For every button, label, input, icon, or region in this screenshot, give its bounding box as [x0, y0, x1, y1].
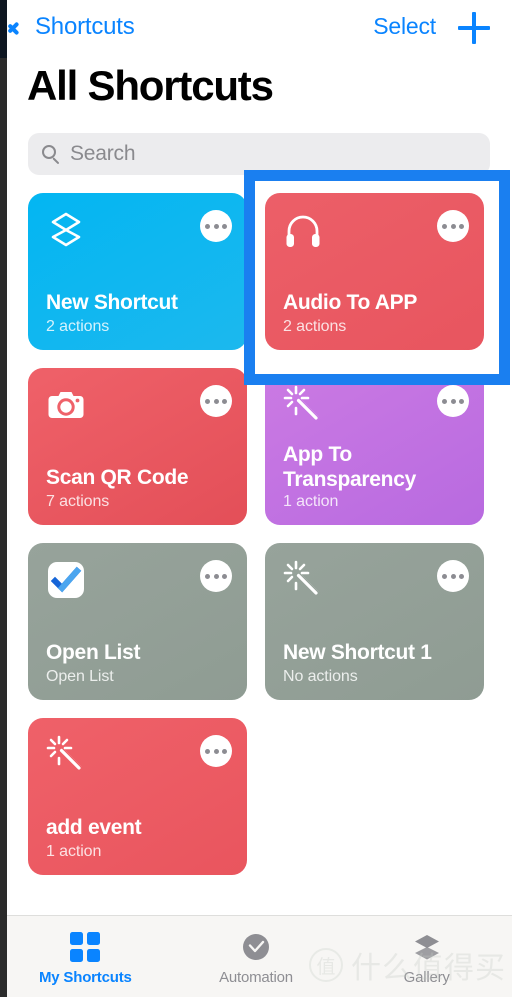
select-button[interactable]: Select [373, 13, 436, 40]
magic-wand-icon [283, 560, 323, 600]
shortcut-subtitle: 1 action [283, 493, 339, 510]
layers-stack-icon [412, 932, 442, 962]
page-title: All Shortcuts [27, 62, 274, 109]
shortcut-title: New Shortcut 1 [283, 641, 432, 664]
shortcut-options-button[interactable] [200, 210, 232, 242]
ellipsis-icon [450, 573, 456, 579]
grid-squares-icon [70, 931, 101, 962]
navigation-bar: Shortcuts Select [0, 0, 512, 55]
shortcut-options-button[interactable] [437, 560, 469, 592]
shortcut-card[interactable]: App To Transparency 1 action [265, 368, 484, 525]
shortcut-subtitle: 2 actions [283, 318, 347, 335]
ellipsis-icon [459, 223, 464, 229]
ellipsis-icon [205, 398, 210, 404]
ellipsis-icon [222, 573, 227, 579]
tab-label: My Shortcuts [39, 968, 132, 986]
ellipsis-icon [222, 398, 227, 404]
ellipsis-icon [459, 398, 464, 404]
ellipsis-icon [205, 223, 210, 229]
ellipsis-icon [450, 398, 456, 404]
ellipsis-icon [213, 748, 219, 754]
shortcut-card[interactable]: New Shortcut 2 actions [28, 193, 247, 350]
layers-stack-icon [46, 210, 86, 250]
search-input[interactable]: Search [28, 133, 490, 175]
shortcut-subtitle: No actions [283, 668, 358, 685]
ellipsis-icon [222, 223, 227, 229]
shortcut-subtitle: 2 actions [46, 318, 110, 335]
shortcut-subtitle: 7 actions [46, 493, 110, 510]
tab-label: Gallery [403, 968, 450, 986]
tab-label: Automation [219, 968, 293, 986]
tab-gallery[interactable]: Gallery [341, 916, 512, 997]
headphones-icon [283, 210, 323, 250]
shortcut-card[interactable]: add event 1 action [28, 718, 247, 875]
tab-automation[interactable]: Automation [171, 916, 342, 997]
shortcut-options-button[interactable] [200, 385, 232, 417]
tab-my-shortcuts[interactable]: My Shortcuts [0, 916, 171, 997]
shortcut-card[interactable]: New Shortcut 1 No actions [265, 543, 484, 700]
chevron-left-icon [14, 14, 29, 40]
shortcuts-app-screen: Shortcuts Select All Shortcuts Search Ne… [0, 0, 512, 997]
shortcut-options-button[interactable] [200, 560, 232, 592]
magic-wand-icon [46, 735, 86, 775]
todo-check-app-icon [46, 560, 86, 600]
device-bezel [0, 0, 7, 997]
ellipsis-icon [205, 748, 210, 754]
back-button-label: Shortcuts [35, 13, 135, 40]
magic-wand-icon [283, 385, 323, 425]
shortcut-subtitle: Open List [46, 668, 114, 685]
ellipsis-icon [442, 398, 447, 404]
shortcut-title: Open List [46, 641, 141, 664]
shortcut-title: Audio To APP [283, 291, 418, 314]
camera-icon [46, 385, 86, 425]
ellipsis-icon [213, 573, 219, 579]
bottom-tab-bar: My Shortcuts Automation Gallery [0, 915, 512, 997]
plus-icon[interactable] [458, 12, 490, 44]
shortcut-subtitle: 1 action [46, 843, 102, 860]
shortcut-title: App To Transparency [283, 443, 416, 491]
shortcut-card[interactable]: Scan QR Code 7 actions [28, 368, 247, 525]
search-placeholder: Search [70, 142, 136, 165]
ellipsis-icon [450, 223, 456, 229]
ellipsis-icon [205, 573, 210, 579]
ellipsis-icon [442, 223, 447, 229]
ellipsis-icon [442, 573, 447, 579]
shortcut-card[interactable]: Open List Open List [28, 543, 247, 700]
shortcut-card[interactable]: Audio To APP 2 actions [265, 193, 484, 350]
shortcut-options-button[interactable] [437, 210, 469, 242]
clock-check-icon [241, 932, 271, 962]
search-icon [42, 144, 61, 165]
ellipsis-icon [459, 573, 464, 579]
ellipsis-icon [222, 748, 227, 754]
ellipsis-icon [213, 223, 219, 229]
shortcut-options-button[interactable] [200, 735, 232, 767]
ellipsis-icon [213, 398, 219, 404]
shortcut-title: add event [46, 816, 142, 839]
shortcut-title: New Shortcut [46, 291, 178, 314]
shortcut-title: Scan QR Code [46, 466, 189, 489]
back-button[interactable]: Shortcuts [14, 8, 135, 46]
shortcut-options-button[interactable] [437, 385, 469, 417]
